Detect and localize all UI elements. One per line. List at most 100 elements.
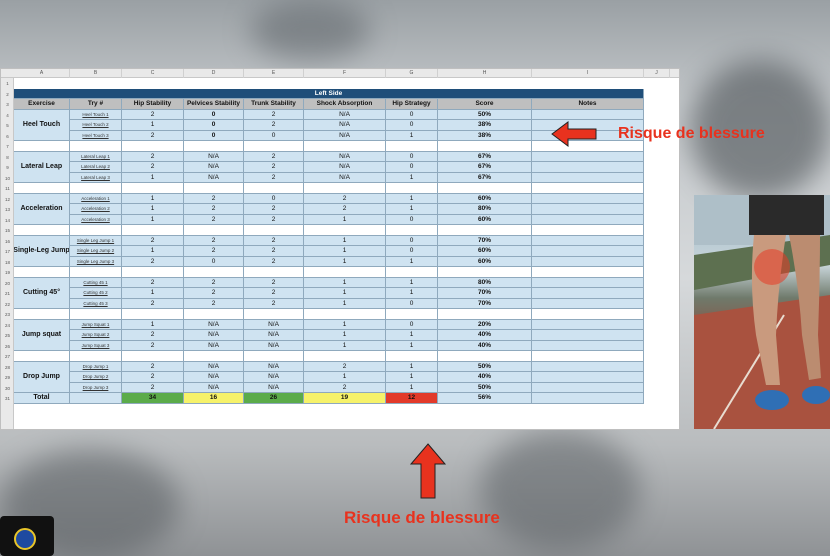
score-cell[interactable]: 2 (244, 288, 304, 299)
notes-cell[interactable] (532, 172, 644, 183)
score-cell[interactable]: 1 (304, 319, 386, 330)
try-link[interactable]: Heel Touch 1 (70, 109, 122, 120)
score-cell[interactable]: 2 (244, 172, 304, 183)
score-cell[interactable]: 1 (386, 340, 438, 351)
score-cell[interactable]: 1 (304, 340, 386, 351)
notes-cell[interactable] (532, 277, 644, 288)
score-cell[interactable]: 70% (438, 298, 532, 309)
column-letter[interactable]: A (14, 69, 70, 78)
score-cell[interactable]: 2 (304, 361, 386, 372)
row-number[interactable]: 9 (1, 165, 14, 170)
try-link[interactable]: Drop Jump 1 (70, 361, 122, 372)
score-cell[interactable]: 1 (386, 204, 438, 215)
score-cell[interactable]: 1 (122, 246, 184, 257)
notes-cell[interactable] (532, 298, 644, 309)
score-cell[interactable]: 0 (244, 130, 304, 141)
score-cell[interactable]: 70% (438, 235, 532, 246)
score-cell[interactable]: N/A (304, 172, 386, 183)
score-cell[interactable]: 50% (438, 361, 532, 372)
score-cell[interactable]: 1 (122, 214, 184, 225)
score-cell[interactable]: N/A (184, 330, 244, 341)
score-cell[interactable]: N/A (304, 109, 386, 120)
score-cell[interactable]: 0 (386, 298, 438, 309)
column-letter[interactable]: B (70, 69, 122, 78)
score-cell[interactable]: 2 (184, 288, 244, 299)
try-link[interactable]: Drop Jump 3 (70, 382, 122, 393)
row-number[interactable]: 15 (1, 228, 14, 233)
row-number[interactable]: 21 (1, 291, 14, 296)
score-cell[interactable]: 70% (438, 288, 532, 299)
row-number[interactable]: 31 (1, 396, 14, 401)
score-cell[interactable]: 2 (244, 109, 304, 120)
total-cell[interactable]: 16 (184, 393, 244, 404)
try-link[interactable]: Cutting 45 1 (70, 277, 122, 288)
try-link[interactable]: Jump Squat 2 (70, 330, 122, 341)
score-cell[interactable]: 1 (386, 130, 438, 141)
score-cell[interactable]: 2 (184, 298, 244, 309)
score-cell[interactable]: 2 (244, 162, 304, 173)
notes-cell[interactable] (532, 340, 644, 351)
score-cell[interactable]: 0 (386, 162, 438, 173)
score-cell[interactable]: N/A (184, 162, 244, 173)
score-cell[interactable]: 2 (244, 246, 304, 257)
row-number[interactable]: 7 (1, 144, 14, 149)
row-number[interactable]: 13 (1, 207, 14, 212)
score-cell[interactable]: N/A (244, 319, 304, 330)
try-link[interactable]: Jump Squat 3 (70, 340, 122, 351)
score-cell[interactable]: 1 (304, 288, 386, 299)
score-cell[interactable]: 2 (244, 151, 304, 162)
score-cell[interactable]: 40% (438, 330, 532, 341)
column-letter[interactable]: C (122, 69, 184, 78)
score-cell[interactable]: 0 (386, 214, 438, 225)
column-header[interactable]: Pelvices Stability (184, 99, 244, 110)
column-letter[interactable]: G (386, 69, 438, 78)
score-cell[interactable]: 2 (304, 204, 386, 215)
column-letter[interactable]: H (438, 69, 532, 78)
score-cell[interactable]: N/A (244, 340, 304, 351)
row-number[interactable]: 10 (1, 176, 14, 181)
try-link[interactable]: Drop Jump 2 (70, 372, 122, 383)
score-cell[interactable]: 2 (122, 235, 184, 246)
score-cell[interactable]: 2 (122, 277, 184, 288)
score-cell[interactable]: 2 (184, 193, 244, 204)
score-cell[interactable]: 2 (122, 130, 184, 141)
notes-cell[interactable] (532, 162, 644, 173)
row-number[interactable]: 26 (1, 344, 14, 349)
score-cell[interactable]: 2 (244, 256, 304, 267)
score-cell[interactable]: 0 (386, 120, 438, 131)
row-number[interactable]: 8 (1, 155, 14, 160)
score-cell[interactable]: 2 (184, 235, 244, 246)
score-cell[interactable]: 0 (184, 109, 244, 120)
try-link[interactable]: Cutting 45 2 (70, 288, 122, 299)
row-number[interactable]: 16 (1, 239, 14, 244)
score-cell[interactable]: 2 (122, 361, 184, 372)
score-cell[interactable]: 2 (122, 298, 184, 309)
row-number[interactable]: 14 (1, 218, 14, 223)
score-cell[interactable]: N/A (184, 340, 244, 351)
notes-cell[interactable] (532, 330, 644, 341)
score-cell[interactable]: 38% (438, 120, 532, 131)
score-cell[interactable]: 2 (244, 214, 304, 225)
column-header[interactable]: Hip Strategy (386, 99, 438, 110)
try-link[interactable]: Cutting 45 3 (70, 298, 122, 309)
score-cell[interactable]: 38% (438, 130, 532, 141)
column-letter[interactable]: I (532, 69, 644, 78)
row-number[interactable]: 20 (1, 281, 14, 286)
score-cell[interactable]: 50% (438, 109, 532, 120)
score-cell[interactable]: 1 (122, 193, 184, 204)
score-cell[interactable]: 1 (304, 330, 386, 341)
try-link[interactable]: Single Leg Jump 1 (70, 235, 122, 246)
score-cell[interactable]: N/A (304, 130, 386, 141)
column-letter[interactable]: J (644, 69, 670, 78)
score-cell[interactable]: 1 (122, 319, 184, 330)
score-cell[interactable]: 2 (122, 372, 184, 383)
notes-cell[interactable] (532, 382, 644, 393)
notes-cell[interactable] (532, 361, 644, 372)
score-cell[interactable]: 1 (122, 288, 184, 299)
notes-cell[interactable] (532, 109, 644, 120)
score-cell[interactable]: N/A (244, 361, 304, 372)
score-cell[interactable]: N/A (304, 120, 386, 131)
score-cell[interactable]: 1 (386, 277, 438, 288)
score-cell[interactable]: 2 (244, 120, 304, 131)
score-cell[interactable]: 2 (122, 330, 184, 341)
